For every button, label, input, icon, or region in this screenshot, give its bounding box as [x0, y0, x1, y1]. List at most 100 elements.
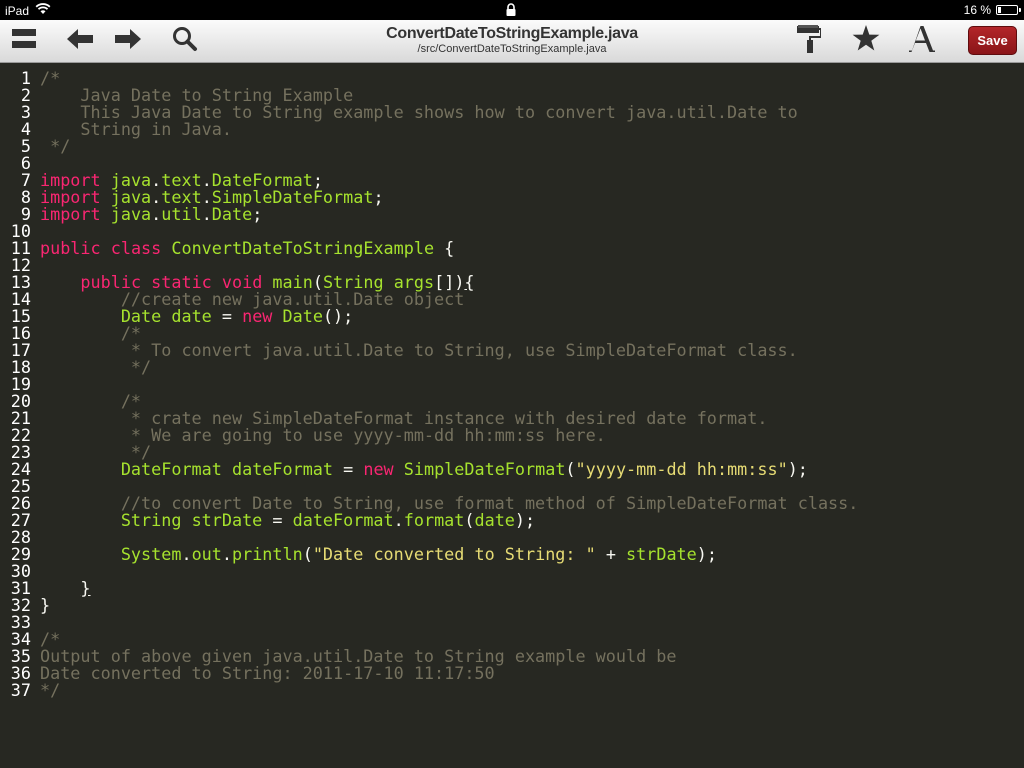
code-line[interactable]: 9 import java.util.Date; — [0, 206, 1024, 223]
line-code: */ — [40, 359, 151, 376]
arrow-right-icon — [115, 28, 141, 54]
bookmark-button[interactable] — [848, 24, 884, 58]
code-token: */ — [40, 357, 152, 377]
code-token: */ — [40, 136, 71, 156]
code-line[interactable]: 11 public class ConvertDateToStringExampl… — [0, 240, 1024, 257]
line-code: */ — [40, 138, 70, 155]
menu-icon — [12, 28, 36, 55]
code-line[interactable]: 36 Date converted to String: 2011-17-10 1… — [0, 665, 1024, 682]
line-code: String strDate = dateFormat.format(date)… — [40, 512, 535, 529]
code-token: Date — [282, 306, 323, 326]
code-line[interactable]: 15 Date date = new Date(); — [0, 308, 1024, 325]
code-token: . — [201, 204, 212, 224]
code-token: { — [434, 238, 455, 258]
code-token: { — [464, 272, 475, 292]
code-token: } — [80, 578, 91, 598]
code-token: ( — [302, 544, 313, 564]
code-token: ( — [464, 510, 475, 530]
code-token: */ — [40, 680, 61, 700]
line-code: */ — [40, 682, 60, 699]
code-token: println — [231, 544, 303, 564]
code-line[interactable]: 19 — [0, 376, 1024, 393]
code-token: Date — [211, 204, 253, 224]
code-line[interactable]: 31 } — [0, 580, 1024, 597]
line-code: Date converted to String: 2011-17-10 11:… — [40, 665, 495, 682]
battery-percent: 16 % — [963, 3, 991, 17]
code-line[interactable]: 27 String strDate = dateFormat.format(da… — [0, 512, 1024, 529]
star-icon — [852, 25, 880, 57]
code-token: util — [161, 204, 202, 224]
code-token: dateFormat — [292, 510, 394, 530]
device-name: iPad — [5, 3, 30, 18]
code-token: . — [393, 510, 404, 530]
code-line[interactable]: 33 — [0, 614, 1024, 631]
code-line[interactable]: 32} — [0, 597, 1024, 614]
paint-roller-icon — [797, 24, 822, 58]
code-line[interactable]: 17 * To convert java.util.Date to String… — [0, 342, 1024, 359]
battery-icon — [996, 5, 1021, 15]
code-token: DateFormat — [120, 459, 222, 479]
font-button[interactable] — [904, 24, 940, 58]
code-line[interactable]: 18 */ — [0, 359, 1024, 376]
code-token: new — [363, 459, 394, 479]
code-token: SimpleDateFormat — [403, 459, 566, 479]
code-line[interactable]: 5 */ — [0, 138, 1024, 155]
code-token: ; — [252, 204, 263, 224]
code-token: . — [181, 544, 192, 564]
code-token: . — [221, 544, 232, 564]
font-icon — [909, 25, 935, 57]
line-number: 37 — [10, 680, 31, 700]
code-line[interactable]: 30 — [0, 563, 1024, 580]
code-line[interactable]: 22 * We are going to use yyyy-mm-dd hh:m… — [0, 427, 1024, 444]
back-button[interactable] — [62, 24, 98, 58]
code-token: date — [474, 510, 515, 530]
code-token: dateFormat — [231, 459, 334, 479]
code-token: = — [262, 510, 293, 530]
code-token: import — [40, 204, 101, 224]
code-line[interactable]: 29 System.out.println("Date converted to… — [0, 546, 1024, 563]
line-code: DateFormat dateFormat = new SimpleDateFo… — [40, 461, 808, 478]
code-line[interactable]: 24 DateFormat dateFormat = new SimpleDat… — [0, 461, 1024, 478]
status-left: iPad — [5, 3, 51, 18]
code-token: . — [151, 204, 162, 224]
forward-button[interactable] — [110, 24, 146, 58]
code-token: ConvertDateToStringExample — [171, 238, 435, 258]
toolbar: ConvertDateToStringExample.java /src/Con… — [0, 20, 1024, 63]
code-token: out — [191, 544, 222, 564]
code-line[interactable]: 4 String in Java. — [0, 121, 1024, 138]
arrow-left-icon — [67, 28, 93, 54]
line-code: } — [40, 597, 50, 614]
code-token: java — [110, 204, 152, 224]
code-line[interactable]: 37 */ — [0, 682, 1024, 699]
search-button[interactable] — [167, 24, 203, 58]
search-icon — [172, 26, 198, 57]
status-right: 16 % — [963, 3, 1021, 17]
sidebar-toggle-button[interactable] — [6, 24, 42, 58]
lock-icon — [505, 3, 519, 17]
line-code: System.out.println("Date converted to St… — [40, 546, 717, 563]
code-token: * To convert java.util.Date to String, u… — [40, 340, 798, 360]
code-token: (); — [322, 306, 354, 326]
code-token: String — [120, 510, 182, 530]
code-token: System — [120, 544, 182, 564]
code-token: class — [110, 238, 162, 258]
line-code: import java.util.Date; — [40, 206, 262, 223]
code-token: strDate — [626, 544, 697, 564]
file-title: ConvertDateToStringExample.java /src/Con… — [312, 25, 712, 56]
code-token: "yyyy-mm-dd hh:mm:ss" — [575, 459, 788, 479]
battery-fill — [998, 7, 1001, 13]
code-token: } — [40, 595, 51, 615]
code-token: + — [595, 544, 627, 564]
code-token: = — [211, 306, 243, 326]
theme-button[interactable] — [791, 24, 827, 58]
code-editor[interactable]: 1/* 2 Java Date to String Example 3 This J… — [0, 63, 1024, 768]
save-button[interactable]: Save — [968, 26, 1017, 55]
